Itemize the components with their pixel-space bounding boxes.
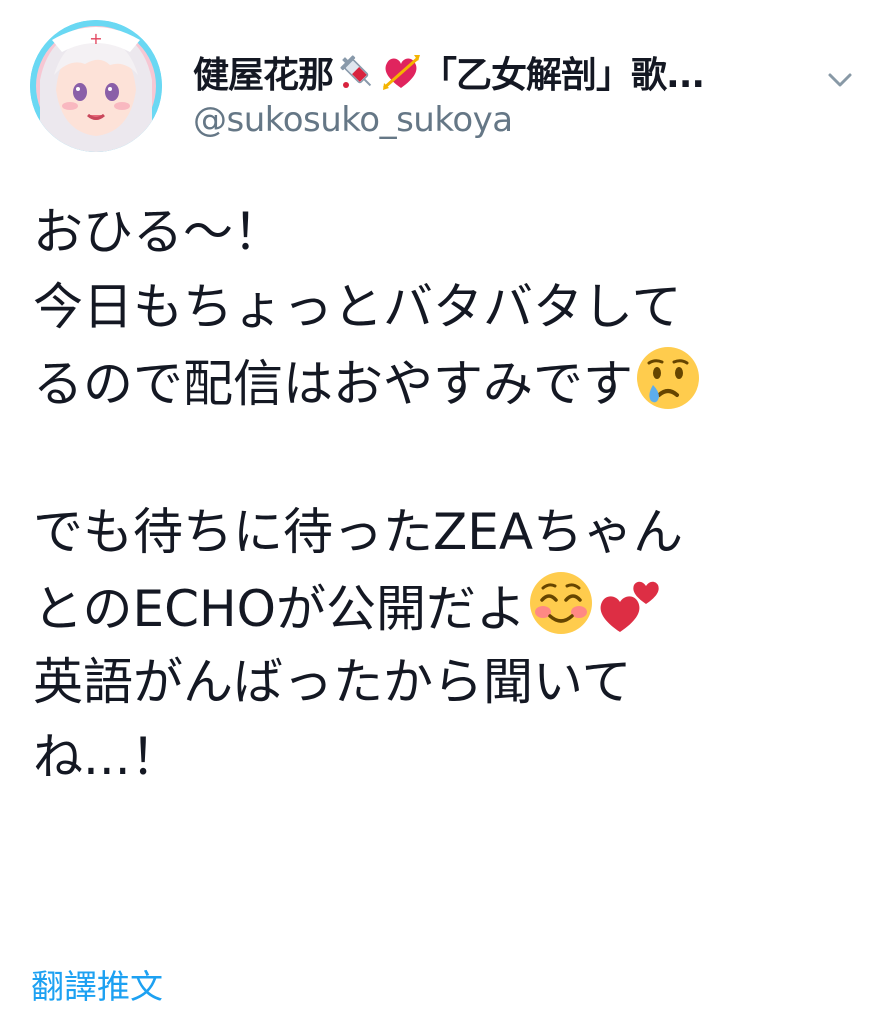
svg-text:+: +: [89, 29, 102, 48]
two-hearts-icon: [596, 570, 662, 636]
tweet-text-line-8-content: ね...！: [33, 728, 181, 786]
syringe-icon: [337, 52, 377, 92]
tweet-text-line-5-content: でも待ちに待ったZEAちゃん: [33, 503, 684, 561]
author-display-name[interactable]: 健屋花那: [193, 46, 334, 98]
author-name-line[interactable]: 健屋花那 「乙女解剖」歌...: [193, 46, 808, 98]
tweet-text-line-6-content: とのECHOが公開だよ: [33, 580, 526, 638]
chevron-down-icon[interactable]: [822, 62, 858, 98]
author-handle[interactable]: @sukosuko_sukoya: [193, 100, 513, 140]
heart-with-arrow-icon: [381, 52, 421, 92]
avatar[interactable]: +: [30, 20, 162, 152]
tweet-text-line-2: 今日もちょっとバタバタして: [33, 270, 863, 345]
tweet-text-line-1: おひる〜！: [33, 195, 863, 270]
tweet-text-line-5: でも待ちに待ったZEAちゃん: [33, 495, 863, 570]
translate-tweet-link[interactable]: 翻譯推文: [31, 960, 163, 1008]
tweet-card: + 健屋花那 「乙女解剖」歌... @sukosuko_sukoya おひる〜！…: [0, 0, 883, 1024]
tweet-text-line-7-content: 英語がんばったから聞いて: [33, 653, 632, 711]
tweet-header: + 健屋花那 「乙女解剖」歌... @sukosuko_sukoya: [30, 20, 860, 155]
tweet-text-line-7: 英語がんばったから聞いて: [33, 645, 863, 720]
tweet-text-line-8: ね...！: [33, 720, 863, 795]
tweet-text-line-1-content: おひる〜！: [33, 203, 283, 261]
tweet-text-line-4: [33, 420, 863, 495]
tweet-text: おひる〜！ 今日もちょっとバタバタして るので配信はおやすみです でも待ちに待っ…: [33, 195, 863, 795]
tweet-text-line-3: るので配信はおやすみです: [33, 345, 863, 420]
tweet-text-line-2-content: 今日もちょっとバタバタして: [33, 278, 682, 336]
tweet-text-line-6: とのECHOが公開だよ: [33, 570, 863, 645]
tweet-text-line-3-content: るので配信はおやすみです: [33, 355, 633, 413]
smiling-face-icon: [528, 570, 594, 636]
crying-face-icon: [635, 345, 701, 411]
author-name-suffix[interactable]: 「乙女解剖」歌...: [421, 46, 705, 98]
